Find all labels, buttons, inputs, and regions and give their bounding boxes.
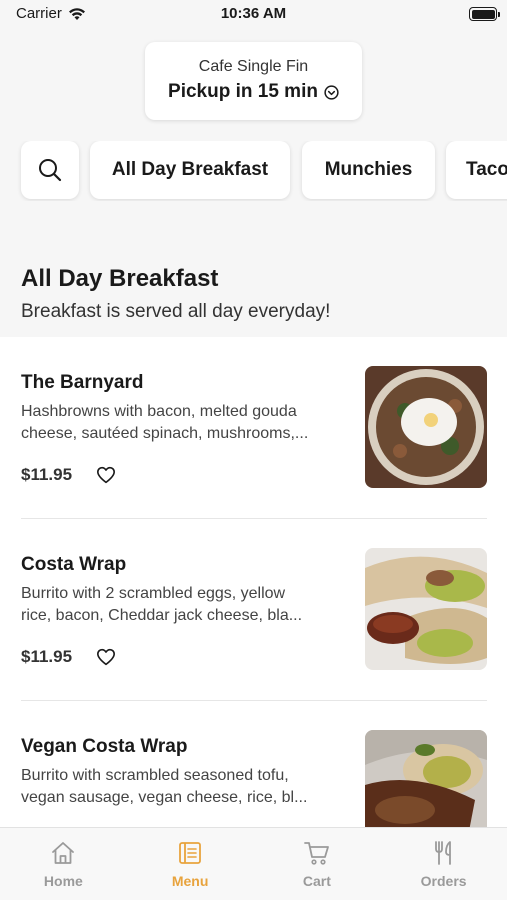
orders-icon [434,841,451,865]
status-bar: Carrier 10:36 AM [0,0,507,30]
favorite-heart-icon[interactable] [96,648,116,666]
item-name: The Barnyard [21,372,144,393]
item-description: Burrito with scrambled seasoned tofu, veg… [21,767,308,806]
chevron-down-circle-icon [324,84,339,100]
search-button[interactable] [21,141,79,199]
location-name: Cafe Single Fin [198,58,309,75]
item-price-row: $11.95 [21,465,116,485]
menu-icon [179,842,202,864]
section-title: All Day Breakfast [21,265,219,292]
home-icon [52,842,75,864]
item-name: Vegan Costa Wrap [21,736,188,757]
pickup-time-row: Pickup in 15 min [145,81,362,103]
item-photo-costa-wrap [365,548,487,670]
search-icon [39,159,62,182]
tab-orders[interactable]: Orders [380,828,507,900]
category-chip-all-day-breakfast[interactable]: All Day Breakfast [90,141,290,199]
item-description: Burrito with 2 scrambled eggs, yellow ric… [21,585,303,624]
category-chip-tacos[interactable]: Tacos [446,141,507,199]
menu-item-vegan-costa-wrap[interactable]: Vegan Costa Wrap Burrito with scrambled … [0,701,507,827]
menu-item-costa-wrap[interactable]: Costa Wrap Burrito with 2 scrambled eggs… [0,519,507,701]
status-time: 10:36 AM [220,5,287,22]
item-price: $11.95 [21,465,73,484]
item-name: Costa Wrap [21,554,127,575]
cart-icon [303,842,329,865]
tab-cart[interactable]: Cart [254,828,381,900]
category-chip-munchies[interactable]: Munchies [302,141,435,199]
menu-item-the-barnyard[interactable]: The Barnyard Hashbrowns with bacon, melt… [0,337,507,519]
section-subtitle: Breakfast is served all day everyday! [21,301,331,322]
tab-home[interactable]: Home [0,828,127,900]
tab-label-cart: Cart [302,873,331,889]
category-bar: All Day Breakfast Munchies Tacos [0,141,507,201]
item-price-row: $11.95 [21,647,116,667]
item-description: Hashbrowns with bacon, melted gouda chees… [21,403,309,442]
bottom-tab-bar: Home Menu Cart Orders [0,827,507,900]
tab-menu[interactable]: Menu [127,828,254,900]
pickup-location-selector[interactable]: Cafe Single Fin Pickup in 15 min [145,42,362,120]
tab-label-home: Home [43,873,83,889]
battery-icon [469,7,500,21]
favorite-heart-icon[interactable] [96,466,116,484]
tab-label-menu: Menu [171,873,209,889]
item-photo-vegan-costa-wrap [365,730,487,827]
item-photo-barnyard [365,366,487,488]
tab-label-orders: Orders [420,873,467,889]
pickup-time: Pickup in 15 min [168,81,318,102]
menu-item-list: The Barnyard Hashbrowns with bacon, melt… [0,337,507,827]
item-price: $11.95 [21,647,73,666]
